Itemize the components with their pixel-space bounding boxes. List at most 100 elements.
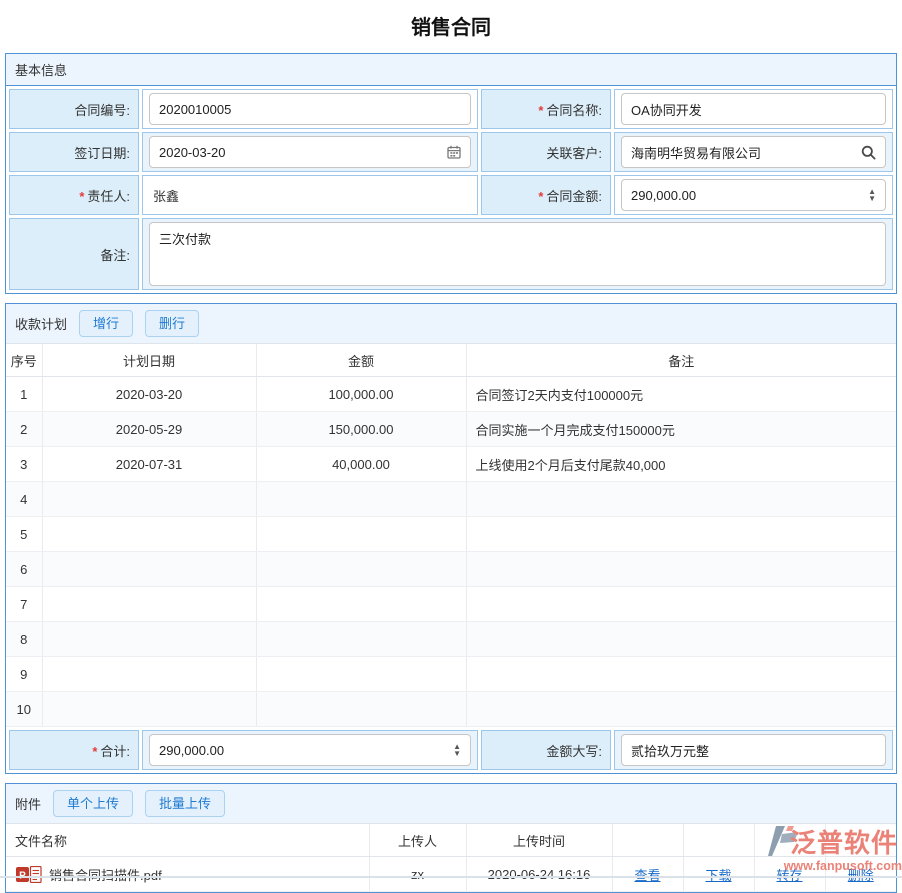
- payment-plan-table: 序号 计划日期 金额 备注 1 2020-03-20 100,000.00 合同…: [6, 344, 896, 727]
- amount-words-cell: 贰拾玖万元整: [614, 730, 893, 770]
- column-header-plan-date: 计划日期: [42, 344, 256, 377]
- delete-row-button[interactable]: 删行: [145, 310, 199, 337]
- seq-cell: 3: [6, 447, 42, 482]
- owner-cell: 张鑫: [142, 175, 478, 215]
- basic-info-header: 基本信息: [6, 54, 896, 86]
- calendar-icon[interactable]: [447, 145, 461, 159]
- contract-no-label: 合同编号:: [74, 103, 130, 118]
- remark-cell[interactable]: [466, 552, 896, 587]
- contract-name-cell: OA协同开发: [614, 89, 893, 129]
- customer-label: 关联客户:: [546, 146, 602, 161]
- basic-info-title: 基本信息: [15, 60, 67, 79]
- amount-cell[interactable]: 40,000.00: [256, 447, 466, 482]
- seq-cell: 7: [6, 587, 42, 622]
- amount-cell[interactable]: [256, 482, 466, 517]
- total-cell: 290,000.00 ▲▼: [142, 730, 478, 770]
- batch-upload-button[interactable]: 批量上传: [145, 790, 225, 817]
- column-header-empty: [825, 824, 896, 857]
- plan-date-cell[interactable]: [42, 657, 256, 692]
- contract-no-label-cell: 合同编号:: [9, 89, 139, 129]
- table-row: 6: [6, 552, 896, 587]
- spinner-up-down-icon[interactable]: ▲▼: [453, 743, 461, 757]
- attachments-header: 附件 单个上传 批量上传: [6, 784, 896, 824]
- table-row: 9: [6, 657, 896, 692]
- delete-link[interactable]: 删除: [848, 868, 874, 883]
- amount-cell[interactable]: [256, 517, 466, 552]
- plan-date-cell[interactable]: [42, 517, 256, 552]
- contract-name-label: 合同名称:: [546, 103, 602, 118]
- remark-cell[interactable]: 上线使用2个月后支付尾款40,000: [466, 447, 896, 482]
- contract-no-cell: 2020010005: [142, 89, 478, 129]
- plan-date-cell[interactable]: 2020-03-20: [42, 377, 256, 412]
- basic-info-section: 基本信息 合同编号: 2020010005 * 合同名称: OA协同开发: [5, 53, 897, 294]
- plan-date-cell[interactable]: [42, 552, 256, 587]
- table-header-row: 序号 计划日期 金额 备注: [6, 344, 896, 377]
- amount-cell[interactable]: [256, 622, 466, 657]
- table-row: 2 2020-05-29 150,000.00 合同实施一个月完成支付15000…: [6, 412, 896, 447]
- transfer-link[interactable]: 转存: [776, 868, 802, 883]
- plan-date-cell[interactable]: [42, 482, 256, 517]
- required-mark: *: [538, 189, 543, 204]
- remark-cell[interactable]: [466, 657, 896, 692]
- customer-input[interactable]: 海南明华贸易有限公司: [621, 136, 886, 168]
- plan-date-cell[interactable]: [42, 622, 256, 657]
- table-row: 7: [6, 587, 896, 622]
- basic-info-form: 合同编号: 2020010005 * 合同名称: OA协同开发 签订日期:: [6, 86, 896, 293]
- owner-label-cell: *责任人:: [9, 175, 139, 215]
- view-link[interactable]: 查看: [634, 868, 660, 883]
- amount-cell[interactable]: 150,000.00: [256, 412, 466, 447]
- remark-cell[interactable]: [466, 692, 896, 727]
- attachments-title: 附件: [15, 794, 41, 813]
- spinner-up-down-icon[interactable]: ▲▼: [868, 188, 876, 202]
- remark-cell[interactable]: [466, 517, 896, 552]
- remark-cell[interactable]: [466, 622, 896, 657]
- sign-date-label: 签订日期:: [74, 146, 130, 161]
- contract-no-input[interactable]: 2020010005: [149, 93, 471, 125]
- page-title: 销售合同: [0, 0, 902, 53]
- remark-textarea[interactable]: 三次付款: [149, 222, 886, 286]
- required-mark: *: [79, 189, 84, 204]
- attachment-row: P 销售合同扫描件.pdf zx 2020-06-24 16:16 查看 下载 …: [6, 857, 896, 892]
- amount-cell: 290,000.00 ▲▼: [614, 175, 893, 215]
- table-row: 4: [6, 482, 896, 517]
- amount-cell[interactable]: [256, 657, 466, 692]
- uploader-cell: zx: [369, 857, 466, 892]
- table-row: 10: [6, 692, 896, 727]
- column-header-remark: 备注: [466, 344, 896, 377]
- sign-date-input[interactable]: 2020-03-20: [149, 136, 471, 168]
- payment-plan-footer: *合计: 290,000.00 ▲▼ 金额大写: 贰拾玖万元整: [6, 727, 896, 773]
- owner-value: 张鑫: [149, 186, 471, 205]
- remark-cell[interactable]: [466, 482, 896, 517]
- remark-label: 备注:: [100, 248, 130, 263]
- plan-date-cell[interactable]: 2020-07-31: [42, 447, 256, 482]
- remark-cell[interactable]: [466, 587, 896, 622]
- pdf-file-icon: P: [16, 866, 42, 883]
- remark-cell[interactable]: 合同实施一个月完成支付150000元: [466, 412, 896, 447]
- contract-name-input[interactable]: OA协同开发: [621, 93, 886, 125]
- amount-cell[interactable]: [256, 587, 466, 622]
- add-row-button[interactable]: 增行: [79, 310, 133, 337]
- amount-cell[interactable]: [256, 692, 466, 727]
- total-label: 合计:: [100, 744, 130, 759]
- seq-cell: 8: [6, 622, 42, 657]
- single-upload-button[interactable]: 单个上传: [53, 790, 133, 817]
- plan-date-cell[interactable]: [42, 587, 256, 622]
- remark-cell: 三次付款: [142, 218, 893, 290]
- plan-date-cell[interactable]: 2020-05-29: [42, 412, 256, 447]
- remark-cell[interactable]: 合同签订2天内支付100000元: [466, 377, 896, 412]
- plan-date-cell[interactable]: [42, 692, 256, 727]
- page-divider: [0, 876, 902, 878]
- search-icon[interactable]: [861, 145, 876, 160]
- amount-cell[interactable]: 100,000.00: [256, 377, 466, 412]
- amount-input[interactable]: 290,000.00 ▲▼: [621, 179, 886, 211]
- payment-plan-header: 收款计划 增行 删行: [6, 304, 896, 344]
- payment-plan-section: 收款计划 增行 删行 序号 计划日期 金额 备注 1 2020-03-20 10…: [5, 303, 897, 774]
- amount-words-input[interactable]: 贰拾玖万元整: [621, 734, 886, 766]
- seq-cell: 9: [6, 657, 42, 692]
- customer-label-cell: 关联客户:: [481, 132, 611, 172]
- amount-cell[interactable]: [256, 552, 466, 587]
- download-link[interactable]: 下载: [705, 868, 731, 883]
- table-header-row: 文件名称 上传人 上传时间: [6, 824, 896, 857]
- sign-date-cell: 2020-03-20: [142, 132, 478, 172]
- total-input[interactable]: 290,000.00 ▲▼: [149, 734, 471, 766]
